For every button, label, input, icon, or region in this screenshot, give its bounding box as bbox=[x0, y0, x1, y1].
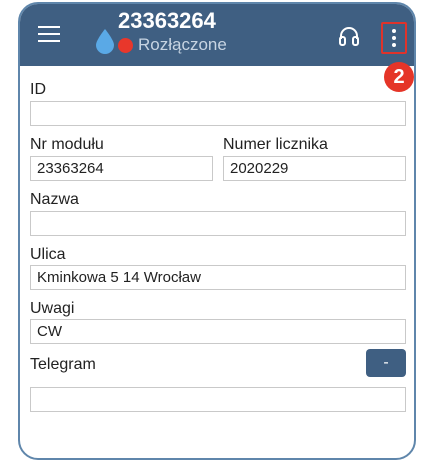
headset-icon[interactable] bbox=[337, 24, 361, 48]
telegram-field[interactable] bbox=[30, 387, 406, 412]
step-badge: 2 bbox=[384, 62, 414, 92]
water-drop-icon bbox=[96, 29, 114, 54]
street-label: Ulica bbox=[30, 246, 66, 263]
menu-icon[interactable] bbox=[38, 26, 60, 42]
notes-field[interactable]: CW bbox=[30, 319, 406, 344]
device-title: 23363264 bbox=[118, 8, 216, 33]
name-field[interactable] bbox=[30, 211, 406, 236]
connection-status: Rozłączone bbox=[118, 35, 227, 55]
id-label: ID bbox=[30, 81, 46, 98]
title-block: 23363264 Rozłączone bbox=[118, 8, 227, 55]
status-dot-icon bbox=[118, 37, 133, 53]
name-label: Nazwa bbox=[30, 191, 79, 208]
app-bar: 23363264 Rozłączone bbox=[20, 4, 414, 66]
telegram-button[interactable]: - bbox=[366, 349, 406, 377]
street-field[interactable]: Kminkowa 5 14 Wrocław bbox=[30, 265, 406, 290]
status-text: Rozłączone bbox=[138, 35, 227, 54]
notes-label: Uwagi bbox=[30, 300, 75, 317]
telegram-label: Telegram bbox=[30, 356, 96, 373]
id-field[interactable] bbox=[30, 101, 406, 126]
meter-number-field[interactable]: 2020229 bbox=[223, 156, 406, 181]
app-frame: 23363264 Rozłączone 2 ID Nr modułu Numer… bbox=[18, 2, 416, 460]
module-number-label: Nr modułu bbox=[30, 136, 104, 153]
meter-number-label: Numer licznika bbox=[223, 136, 328, 153]
module-number-field[interactable]: 23363264 bbox=[30, 156, 213, 181]
more-vert-icon[interactable] bbox=[381, 22, 407, 54]
